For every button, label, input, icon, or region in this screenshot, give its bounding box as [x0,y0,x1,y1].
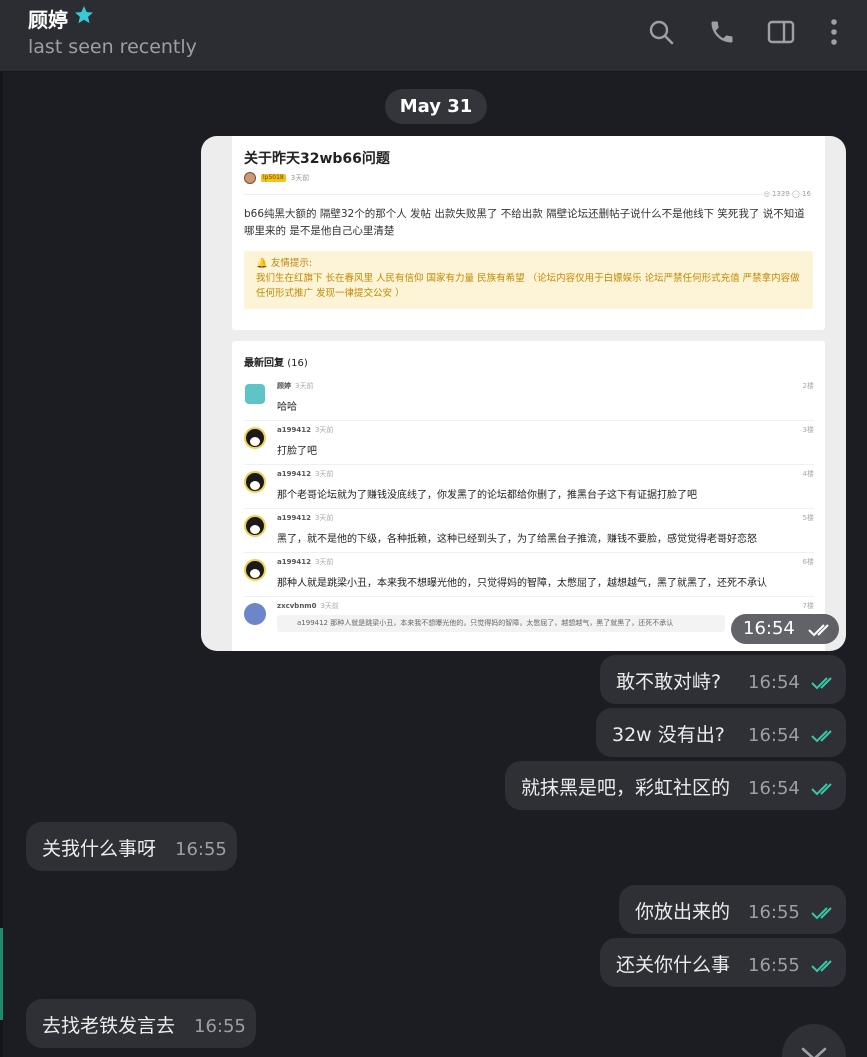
replies-header: 最新回复 (16) [244,358,308,369]
penguin-avatar [244,427,266,449]
left-panel-accent [0,928,3,1020]
reply-text: 那种人就是跳梁小丑，本来我不想曝光他的，只觉得妈的智障，太憋屈了，越想越气，黑了… [277,578,767,589]
notice-body: 我们生在红旗下 长在春风里 人民有信仰 国家有力量 民族有希望 （论坛内容仅用于… [256,273,800,299]
reply-row: 顾婷 3天前 2楼 哈哈 [244,377,814,421]
forum-post-card: 关于昨天32wb66问题 lp5018 3天前 ◎ 1339 ◯ 16 b66纯… [232,136,825,330]
call-button[interactable] [707,14,737,50]
more-vertical-icon [831,19,837,45]
user-badge: lp5018 [261,174,286,182]
reply-row: a199412 3天前 4楼 那个老哥论坛就为了赚钱没底线了，你发黑了的论坛都给你… [244,465,814,509]
post-title: 关于昨天32wb66问题 [244,151,390,167]
double-check-icon [808,624,829,637]
double-check-icon [811,907,832,920]
phone-icon [711,21,733,43]
divider [244,194,813,195]
double-check-icon [811,783,832,796]
reply-row: a199412 3天前 5楼 黑了，就不是他的下级，各种抵赖，这种已经到头了，为了… [244,509,814,553]
post-time: 3天前 [290,174,310,182]
chat-window: 顾婷 last seen recently May 31 关于昨天32wb66问… [0,0,867,1057]
penguin-avatar [244,471,266,493]
chevron-down-icon [801,1047,827,1057]
notice-title: 🔔 友情提示: [256,258,313,269]
date-separator: May 31 [385,89,487,124]
message-bubble[interactable]: 还关你什么事 16:55 [600,938,846,987]
post-body: b66纯黑大额的 隔壁32个的那个人 发帖 出款失败黑了 不给出款 隔壁论坛还删… [244,208,805,237]
message-bubble[interactable]: 你放出来的 16:55 [619,885,846,934]
left-panel-edge [0,72,3,1057]
penguin-avatar [244,559,266,581]
replies-card: 最新回复 (16) 顾婷 3天前 2楼 哈哈 a199412 3天前 3楼 打脸了吧… [232,341,825,651]
message-bubble[interactable]: 敢不敢对峙? 16:54 [600,655,846,704]
sidebar-toggle-button[interactable] [766,14,796,50]
search-icon [649,20,674,45]
avatar [244,603,266,625]
reply-text: 黑了，就不是他的下级，各种抵赖，这种已经到头了，为了给黑台子推流，赚钱不要脸，感… [277,534,757,545]
reply-text: 哈哈 [277,402,297,413]
sidebar-toggle-icon [767,20,795,44]
chat-header: 顾婷 last seen recently [0,0,867,72]
scroll-to-bottom-button[interactable] [782,1024,846,1057]
message-time: 16:54 [731,614,839,644]
reply-row: zxcvbnm0 3天前 7楼 a199412 那种人就是跳梁小丑，本来我不想曝光… [244,597,814,641]
double-check-icon [811,960,832,973]
photo-message[interactable]: 关于昨天32wb66问题 lp5018 3天前 ◎ 1339 ◯ 16 b66纯… [201,136,846,651]
reply-text: 那个老哥论坛就为了赚钱没底线了，你发黑了的论坛都给你删了，推黑台子这下有证据打脸… [277,490,697,501]
message-bubble[interactable]: 关我什么事呀 16:55 [26,822,237,871]
last-seen-status: last seen recently [28,36,197,58]
avatar [244,172,256,184]
notice-box: 🔔 友情提示: 我们生在红旗下 长在春风里 人民有信仰 国家有力量 民族有希望 … [244,251,813,309]
double-check-icon [811,730,832,743]
avatar [245,384,265,404]
penguin-avatar [244,515,266,537]
star-icon [75,6,93,24]
contact-name[interactable]: 顾婷 [28,4,68,33]
reply-row: a199412 3天前 3楼 打脸了吧 [244,421,814,465]
message-bubble[interactable]: 32w 没有出? 16:54 [596,708,846,757]
post-meta: lp5018 3天前 [244,172,309,184]
double-check-icon [811,677,832,690]
quoted-reply: a199412 那种人就是跳梁小丑，本来我不想曝光他的，只觉得妈的智障，太憋屈了… [277,615,725,632]
more-options-button[interactable] [819,14,849,50]
reply-text: 打脸了吧 [277,446,317,457]
message-bubble[interactable]: 就抹黑是吧，彩虹社区的 16:54 [505,761,846,810]
message-bubble[interactable]: 去找老铁发言去 16:55 [26,999,256,1048]
reply-row: a199412 3天前 6楼 那种人就是跳梁小丑，本来我不想曝光他的，只觉得妈的智… [244,553,814,597]
search-button[interactable] [646,14,676,50]
